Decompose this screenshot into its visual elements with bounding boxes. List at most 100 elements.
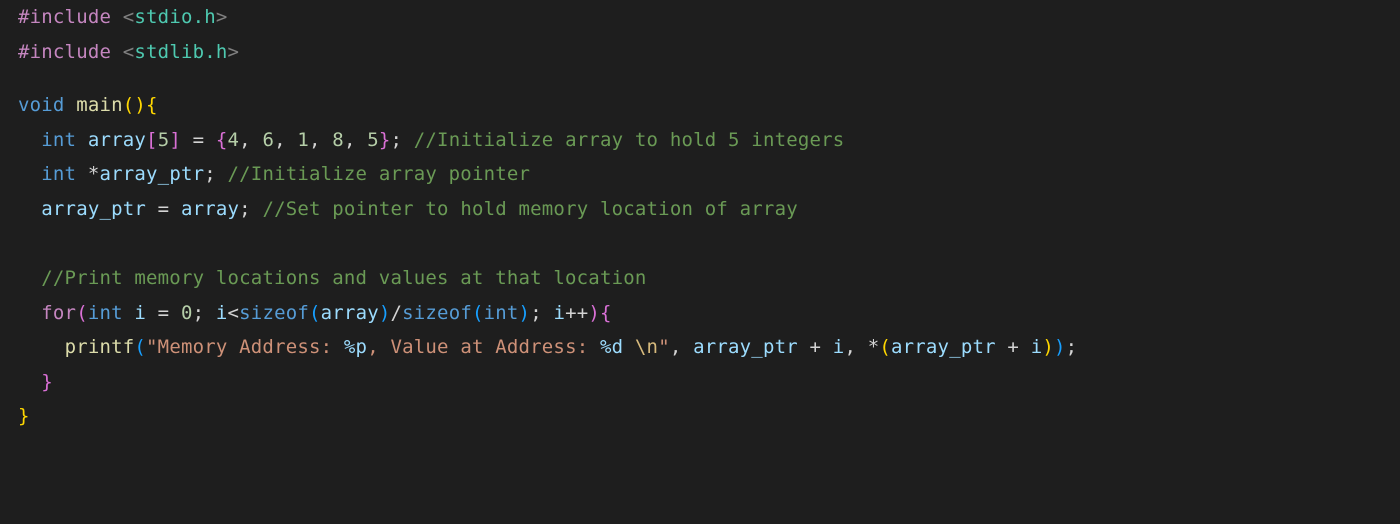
- number-literal: 5: [158, 129, 170, 151]
- keyword-type: void: [18, 94, 65, 116]
- code-line: int array[5] = {4, 6, 1, 8, 5}; //Initia…: [18, 123, 1400, 158]
- include-file: stdio.h: [134, 6, 215, 28]
- code-line: for(int i = 0; i<sizeof(array)/sizeof(in…: [18, 296, 1400, 331]
- comment: //Initialize array pointer: [228, 163, 531, 185]
- function-call: printf: [65, 336, 135, 358]
- indent: [18, 163, 41, 185]
- identifier: i: [833, 336, 845, 358]
- indent: [18, 302, 41, 324]
- code-line: void main(){: [18, 88, 1400, 123]
- comma: ,: [274, 129, 297, 151]
- brace-close: }: [379, 129, 391, 151]
- code-line: array_ptr = array; //Set pointer to hold…: [18, 192, 1400, 227]
- paren-open: (: [76, 302, 88, 324]
- format-specifier: %p: [344, 336, 367, 358]
- brace-open: {: [600, 302, 612, 324]
- paren-open: (: [309, 302, 321, 324]
- identifier: array_ptr: [41, 198, 146, 220]
- semicolon: ;: [193, 302, 205, 324]
- paren-open: (: [879, 336, 891, 358]
- string-literal: ": [658, 336, 670, 358]
- number-literal: 8: [332, 129, 344, 151]
- keyword-sizeof: sizeof: [239, 302, 309, 324]
- identifier: i: [1031, 336, 1043, 358]
- paren-close: ): [1054, 336, 1066, 358]
- code-line: printf("Memory Address: %p, Value at Add…: [18, 330, 1400, 365]
- semicolon: ;: [530, 302, 542, 324]
- code-line: }: [18, 365, 1400, 400]
- paren-close: ): [1042, 336, 1054, 358]
- indent: [18, 198, 41, 220]
- comma: ,: [309, 129, 332, 151]
- keyword-control: for: [41, 302, 76, 324]
- number-literal: 1: [297, 129, 309, 151]
- space: [402, 129, 414, 151]
- bracket-close: ]: [169, 129, 181, 151]
- operator: +: [798, 336, 833, 358]
- indent: [18, 336, 65, 358]
- indent: [18, 129, 41, 151]
- identifier: array_ptr: [693, 336, 798, 358]
- keyword-type: int: [88, 302, 123, 324]
- identifier: i: [553, 302, 565, 324]
- indent: [18, 267, 41, 289]
- code-line: #include <stdio.h>: [18, 0, 1400, 35]
- preprocessor-directive: #include: [18, 6, 111, 28]
- string-literal: [623, 336, 635, 358]
- number-literal: 4: [228, 129, 240, 151]
- keyword-type: int: [41, 163, 76, 185]
- paren-close: ): [588, 302, 600, 324]
- angle-bracket: >: [216, 6, 228, 28]
- code-editor[interactable]: #include <stdio.h>#include <stdlib.h>voi…: [0, 0, 1400, 524]
- space: [542, 302, 554, 324]
- code-line-blank: [18, 226, 1400, 261]
- identifier: i: [216, 302, 228, 324]
- brace-open: {: [146, 94, 158, 116]
- keyword-sizeof: sizeof: [402, 302, 472, 324]
- space: [251, 198, 263, 220]
- space: [123, 302, 135, 324]
- comma: ,: [670, 336, 693, 358]
- paren-close: ): [519, 302, 531, 324]
- comma: ,: [344, 129, 367, 151]
- number-literal: 0: [181, 302, 193, 324]
- operator: =: [181, 129, 216, 151]
- semicolon: ;: [239, 198, 251, 220]
- preprocessor-directive: #include: [18, 41, 111, 63]
- number-literal: 6: [262, 129, 274, 151]
- code-line: }: [18, 399, 1400, 434]
- bracket-open: [: [146, 129, 158, 151]
- space: [76, 129, 88, 151]
- comment: //Print memory locations and values at t…: [41, 267, 646, 289]
- identifier: array_ptr: [891, 336, 996, 358]
- paren-open: (: [472, 302, 484, 324]
- operator: +: [996, 336, 1031, 358]
- paren-open: (: [134, 336, 146, 358]
- angle-bracket: >: [228, 41, 240, 63]
- operator: *: [88, 163, 100, 185]
- operator: =: [146, 302, 181, 324]
- comma: ,: [239, 129, 262, 151]
- space: [204, 302, 216, 324]
- brace-close: }: [41, 371, 53, 393]
- identifier: array: [321, 302, 379, 324]
- identifier: i: [134, 302, 146, 324]
- comment: //Set pointer to hold memory location of…: [262, 198, 797, 220]
- identifier: array_ptr: [99, 163, 204, 185]
- paren-close: ): [134, 94, 146, 116]
- number-literal: 5: [367, 129, 379, 151]
- operator: =: [146, 198, 181, 220]
- identifier: array: [88, 129, 146, 151]
- function-name: main: [76, 94, 123, 116]
- semicolon: ;: [1066, 336, 1078, 358]
- indent: [18, 371, 41, 393]
- include-file: stdlib.h: [134, 41, 227, 63]
- format-specifier: %d: [600, 336, 623, 358]
- paren-close: ): [379, 302, 391, 324]
- brace-open: {: [216, 129, 228, 151]
- code-line: int *array_ptr; //Initialize array point…: [18, 157, 1400, 192]
- escape-sequence: \n: [635, 336, 658, 358]
- comment: //Initialize array to hold 5 integers: [414, 129, 845, 151]
- string-literal: "Memory Address:: [146, 336, 344, 358]
- code-line: //Print memory locations and values at t…: [18, 261, 1400, 296]
